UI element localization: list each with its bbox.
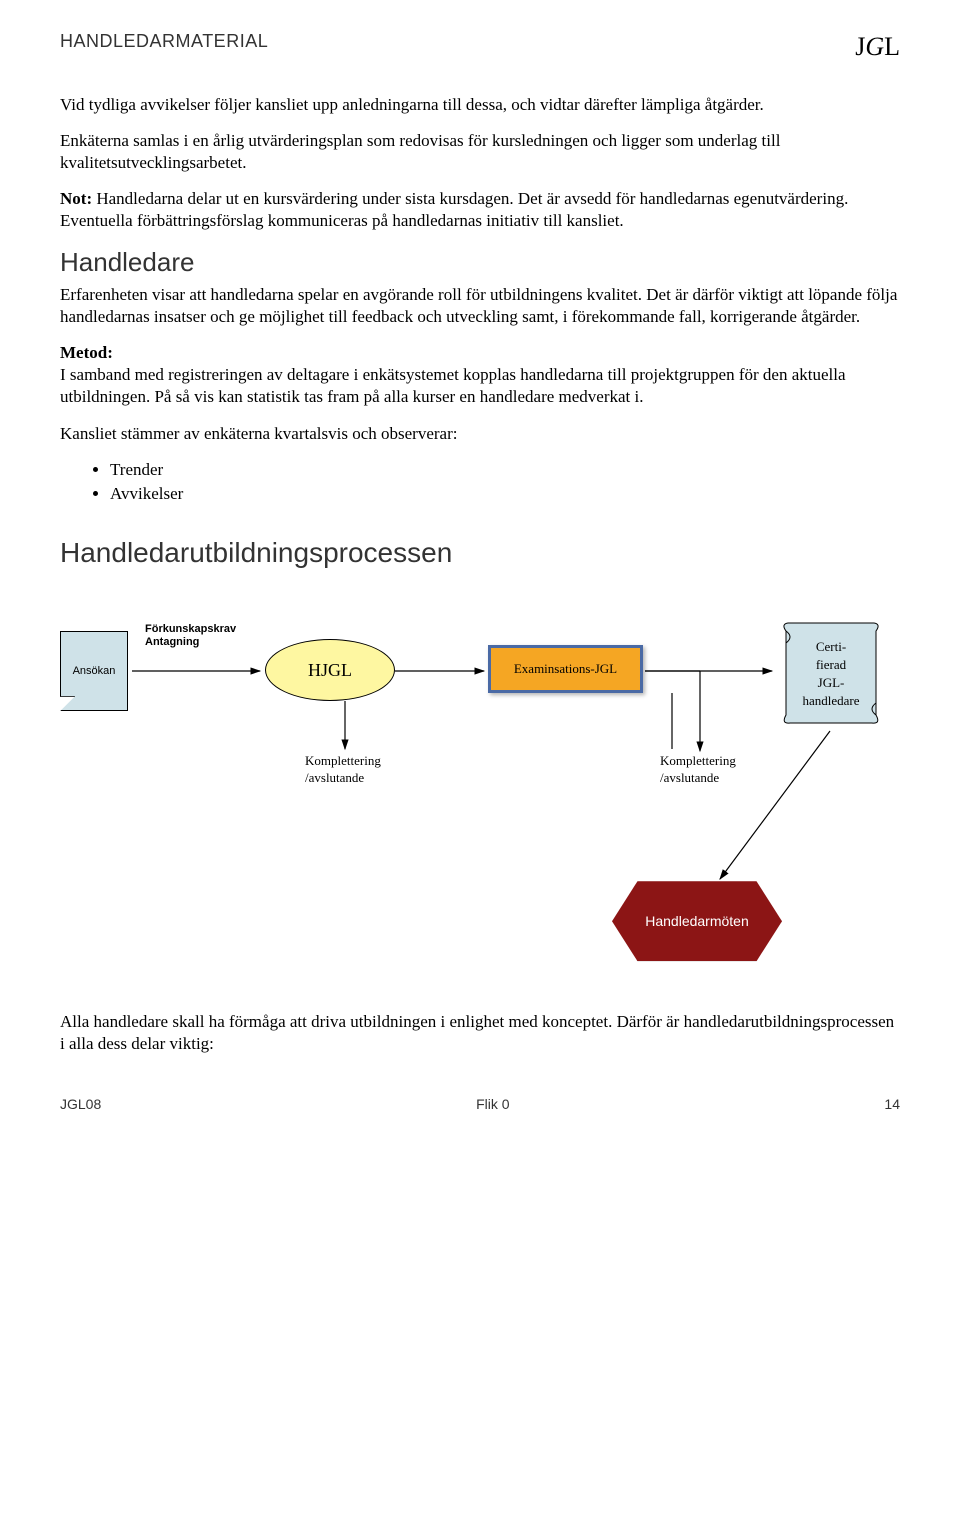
page-header: HANDLEDARMATERIAL JGL bbox=[60, 30, 900, 64]
node-hexagon: Handledarmöten bbox=[612, 881, 782, 961]
method-block: Metod: I samband med registreringen av d… bbox=[60, 342, 900, 408]
node-hjgl-label: HJGL bbox=[308, 659, 352, 682]
note-text: Handledarna delar ut en kursvärdering un… bbox=[60, 189, 848, 230]
node-exam: Examinsations-JGL bbox=[488, 645, 643, 693]
page-footer: JGL08 Flik 0 14 bbox=[60, 1095, 900, 1113]
arrow-label-forkunskap: Förkunskapskrav Antagning bbox=[145, 623, 236, 649]
node-ansokan-label: Ansökan bbox=[73, 664, 116, 678]
section-title-handledare: Handledare bbox=[60, 246, 900, 280]
footer-center: Flik 0 bbox=[476, 1095, 509, 1113]
logo-letter-j: J bbox=[855, 32, 865, 61]
process-diagram: Ansökan Förkunskapskrav Antagning HJGL E… bbox=[60, 601, 900, 991]
list-item: Avvikelser bbox=[110, 483, 900, 505]
method-label: Metod: bbox=[60, 343, 113, 362]
section-title-process: Handledarutbildningsprocessen bbox=[60, 535, 900, 571]
node-hjgl: HJGL bbox=[265, 639, 395, 701]
node-cert-label: Certi- fierad JGL- handledare bbox=[802, 638, 859, 711]
node-cert: Certi- fierad JGL- handledare bbox=[776, 619, 886, 729]
method-text: I samband med registreringen av deltagar… bbox=[60, 365, 846, 406]
paragraph: Not: Handledarna delar ut en kursvärderi… bbox=[60, 188, 900, 232]
paragraph: Kansliet stämmer av enkäterna kvartalsvi… bbox=[60, 423, 900, 445]
node-exam-label: Examinsations-JGL bbox=[514, 661, 617, 678]
footer-left: JGL08 bbox=[60, 1095, 101, 1113]
list-item: Trender bbox=[110, 459, 900, 481]
doc-title: HANDLEDARMATERIAL bbox=[60, 30, 268, 53]
logo-letter-g: G bbox=[865, 32, 884, 61]
bullet-list: Trender Avvikelser bbox=[110, 459, 900, 505]
label-komplettering-2: Komplettering /avslutande bbox=[660, 753, 736, 787]
paragraph: Erfarenheten visar att handledarna spela… bbox=[60, 284, 900, 328]
node-hexagon-label: Handledarmöten bbox=[645, 912, 749, 930]
paragraph: Vid tydliga avvikelser följer kansliet u… bbox=[60, 94, 900, 116]
paragraph: Alla handledare skall ha förmåga att dri… bbox=[60, 1011, 900, 1055]
logo: JGL bbox=[855, 30, 900, 64]
footer-right: 14 bbox=[884, 1095, 900, 1113]
note-label: Not: bbox=[60, 189, 92, 208]
label-komplettering-1: Komplettering /avslutande bbox=[305, 753, 381, 787]
logo-letter-l: L bbox=[884, 32, 900, 61]
node-ansokan: Ansökan bbox=[60, 631, 128, 711]
paragraph: Enkäterna samlas i en årlig utvärderings… bbox=[60, 130, 900, 174]
